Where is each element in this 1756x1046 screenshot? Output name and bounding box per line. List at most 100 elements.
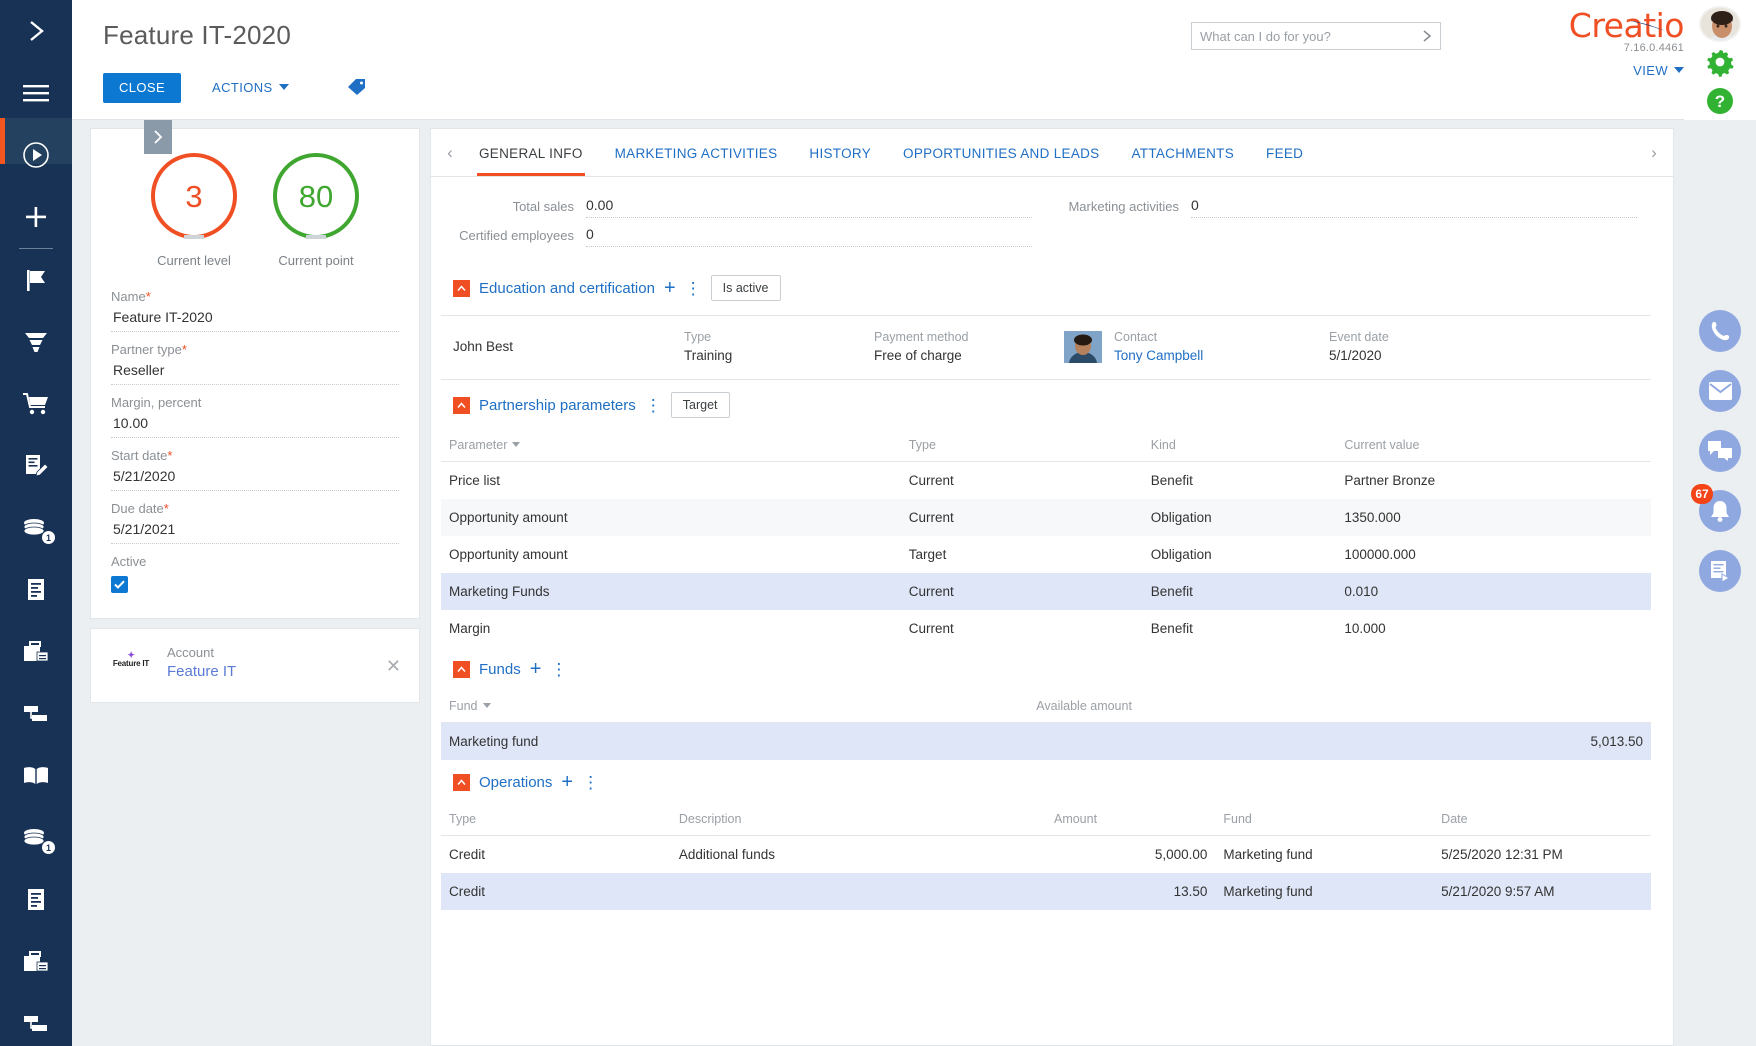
tab-attachments[interactable]: ATTACHMENTS	[1115, 129, 1250, 176]
search-input[interactable]	[1192, 23, 1414, 49]
table-row[interactable]: Price list Current Benefit Partner Bronz…	[441, 462, 1651, 500]
view-label: VIEW	[1633, 63, 1668, 78]
avatar[interactable]	[1699, 6, 1741, 42]
col-parameter[interactable]: Parameter	[441, 432, 901, 462]
col-amount[interactable]: Amount	[1045, 806, 1216, 836]
gantt-icon[interactable]	[0, 683, 72, 745]
operations-title[interactable]: Operations	[479, 774, 552, 791]
col-date[interactable]: Date	[1433, 806, 1651, 836]
table-row[interactable]: Margin Current Benefit 10.000	[441, 610, 1651, 647]
page-title: Feature IT-2020	[103, 20, 291, 50]
cart-icon[interactable]	[0, 373, 72, 435]
total-sales-value[interactable]: 0.00	[586, 197, 1032, 218]
funds-title[interactable]: Funds	[479, 661, 521, 678]
collapse-icon[interactable]	[453, 396, 470, 414]
field-name-value[interactable]: Feature IT-2020	[111, 306, 399, 332]
active-checkbox[interactable]	[111, 576, 128, 593]
field-start-date-value[interactable]: 5/21/2020	[111, 465, 399, 491]
education-title[interactable]: Education and certification	[479, 280, 655, 297]
add-fund-icon[interactable]: +	[530, 659, 542, 679]
marketing-activities-label: Marketing activities	[1068, 199, 1179, 214]
coins-icon[interactable]: 1	[0, 497, 72, 559]
education-menu-icon[interactable]: ⋮	[685, 280, 702, 297]
collapse-icon[interactable]	[453, 773, 470, 791]
account-link[interactable]: Feature IT	[167, 663, 236, 680]
education-row[interactable]: John Best Type Training Payment method F…	[441, 315, 1651, 380]
briefcase-icon[interactable]	[0, 621, 72, 683]
gantt-icon-2[interactable]	[0, 993, 72, 1046]
actions-menu-button[interactable]: ACTIONS	[212, 73, 289, 103]
col-fund[interactable]: Fund	[441, 693, 1029, 723]
table-row[interactable]: Opportunity amount Current Obligation 13…	[441, 499, 1651, 536]
operations-menu-icon[interactable]: ⋮	[582, 774, 599, 791]
expand-nav-icon[interactable]	[0, 0, 72, 62]
add-education-icon[interactable]: +	[664, 278, 676, 298]
education-filter-button[interactable]: Is active	[710, 275, 781, 301]
tabs-next-icon[interactable]: ›	[1641, 143, 1667, 163]
col-kind[interactable]: Kind	[1142, 432, 1337, 462]
funnel-icon[interactable]	[0, 311, 72, 373]
field-margin-value[interactable]: 10.00	[111, 412, 399, 438]
current-level-value: 3	[185, 178, 203, 214]
feed-icon[interactable]	[1699, 550, 1741, 592]
table-row-selected[interactable]: Marketing fund 5,013.50	[441, 722, 1651, 760]
view-menu-button[interactable]: VIEW	[1454, 63, 1684, 78]
tabs-prev-icon[interactable]: ‹	[437, 143, 463, 163]
book-icon[interactable]	[0, 745, 72, 807]
cell-type: Target	[908, 547, 947, 562]
coins-icon-2[interactable]: 1	[0, 807, 72, 869]
help-icon[interactable]: ?	[1706, 87, 1734, 120]
tab-marketing-activities[interactable]: MARKETING ACTIVITIES	[599, 129, 794, 176]
partnership-menu-icon[interactable]: ⋮	[645, 397, 662, 414]
flag-icon[interactable]	[0, 249, 72, 311]
call-icon[interactable]	[1699, 310, 1741, 352]
contact-avatar	[1064, 330, 1102, 363]
tag-icon[interactable]	[347, 78, 367, 101]
col-parameter-label: Parameter	[449, 438, 508, 452]
col-type[interactable]: Type	[900, 432, 1143, 462]
document-icon-2[interactable]	[0, 869, 72, 931]
col-current-value[interactable]: Current value	[1336, 432, 1651, 462]
table-row[interactable]: Opportunity amount Target Obligation 100…	[441, 536, 1651, 573]
col-fund[interactable]: Fund	[1215, 806, 1434, 836]
close-button[interactable]: CLOSE	[103, 73, 182, 103]
field-partner-type-value[interactable]: Reseller	[111, 359, 399, 385]
collapse-icon[interactable]	[453, 660, 470, 678]
partnership-filter-button[interactable]: Target	[670, 392, 730, 418]
menu-icon[interactable]	[0, 62, 72, 124]
tab-general-info[interactable]: GENERAL INFO	[463, 129, 599, 176]
col-available-amount[interactable]: Available amount	[1028, 693, 1651, 723]
search-box[interactable]	[1191, 22, 1441, 50]
tab-feed[interactable]: FEED	[1250, 129, 1319, 176]
add-icon[interactable]	[0, 186, 72, 248]
close-icon[interactable]: ✕	[386, 657, 401, 675]
col-type[interactable]: Type	[441, 806, 671, 836]
tab-opportunities-and-leads[interactable]: OPPORTUNITIES AND LEADS	[887, 129, 1115, 176]
cell-date: 5/21/2020 9:57 AM	[1433, 873, 1651, 910]
col-description[interactable]: Description	[670, 806, 1046, 836]
tab-history[interactable]: HISTORY	[793, 129, 887, 176]
marketing-activities-value[interactable]: 0	[1191, 197, 1637, 218]
education-contact-value[interactable]: Tony Campbell	[1114, 348, 1329, 363]
certified-employees-value[interactable]: 0	[586, 226, 1032, 247]
table-row-selected[interactable]: Credit 13.50 Marketing fund 5/21/2020 9:…	[441, 873, 1651, 910]
table-row[interactable]: Credit Additional funds 5,000.00 Marketi…	[441, 836, 1651, 874]
partnership-title[interactable]: Partnership parameters	[479, 397, 636, 414]
add-operation-icon[interactable]: +	[561, 772, 573, 792]
gear-icon[interactable]	[1705, 47, 1735, 82]
notification-icon[interactable]: 67	[1691, 484, 1741, 532]
field-marketing-activities: Marketing activities 0	[1046, 197, 1637, 218]
search-submit-icon[interactable]	[1414, 29, 1440, 43]
edit-document-icon[interactable]	[0, 435, 72, 497]
briefcase-icon-2[interactable]	[0, 931, 72, 993]
field-due-date-value[interactable]: 5/21/2021	[111, 518, 399, 544]
expand-panel-button[interactable]	[144, 120, 172, 154]
table-row-selected[interactable]: Marketing Funds Current Benefit 0.010	[441, 573, 1651, 610]
funds-menu-icon[interactable]: ⋮	[550, 661, 567, 678]
chat-icon[interactable]	[1699, 430, 1741, 472]
run-process-icon[interactable]	[0, 124, 72, 186]
document-icon[interactable]	[0, 559, 72, 621]
education-event-label: Event date	[1329, 330, 1389, 344]
collapse-icon[interactable]	[453, 279, 470, 297]
email-icon[interactable]	[1699, 370, 1741, 412]
